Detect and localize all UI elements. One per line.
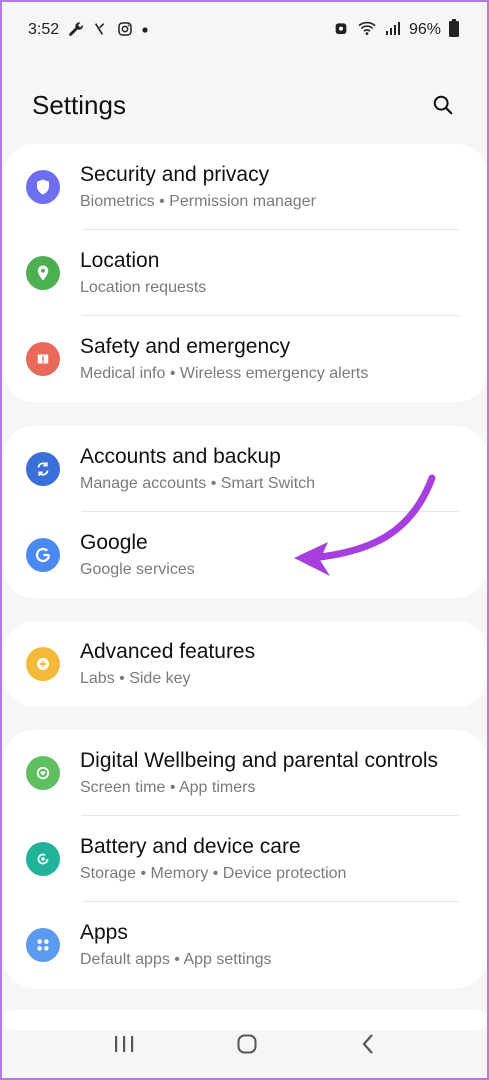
recents-button[interactable] xyxy=(113,1034,135,1059)
item-title: Google xyxy=(80,531,148,554)
status-bar: 3:52 96% xyxy=(2,2,487,58)
status-time: 3:52 xyxy=(28,21,60,38)
page-title: Settings xyxy=(32,89,126,120)
notification-dot-icon xyxy=(141,22,149,38)
back-button[interactable] xyxy=(360,1033,376,1060)
instagram-icon xyxy=(117,21,133,40)
search-icon xyxy=(433,95,453,115)
header: Settings xyxy=(2,80,487,130)
settings-item-safety-emergency[interactable]: Safety and emergency Medical info • Wire… xyxy=(4,316,487,402)
item-title: Location xyxy=(80,249,160,272)
item-title: Safety and emergency xyxy=(80,335,291,358)
settings-item-security-privacy[interactable]: Security and privacy Biometrics • Permis… xyxy=(4,144,487,230)
recents-icon xyxy=(114,1035,134,1052)
settings-group-4: Digital Wellbeing and parental controls … xyxy=(4,730,487,988)
item-subtitle: Default apps • App settings xyxy=(80,951,272,968)
nav-bar xyxy=(2,1014,487,1078)
apps-grid-icon xyxy=(26,928,60,962)
home-button[interactable] xyxy=(236,1033,258,1060)
item-subtitle: Google services xyxy=(80,561,195,578)
battery-icon xyxy=(449,19,459,41)
item-subtitle: Location requests xyxy=(80,279,207,296)
status-right: 96% xyxy=(333,19,459,41)
item-subtitle: Biometrics • Permission manager xyxy=(80,193,316,210)
battery-level: 96% xyxy=(408,21,441,38)
item-subtitle: Medical info • Wireless emergency alerts xyxy=(80,365,369,382)
settings-item-apps[interactable]: Apps Default apps • App settings xyxy=(4,902,487,988)
item-title: Security and privacy xyxy=(80,163,270,186)
item-title: Apps xyxy=(80,921,128,944)
settings-item-battery-device-care[interactable]: Battery and device care Storage • Memory… xyxy=(4,816,487,902)
status-left: 3:52 xyxy=(28,20,149,41)
item-title: Advanced features xyxy=(80,640,256,663)
item-title: Accounts and backup xyxy=(80,445,281,468)
alarm-icon xyxy=(333,20,349,40)
home-icon xyxy=(237,1034,257,1053)
settings-group-3: Advanced features Labs • Side key xyxy=(4,621,487,707)
settings-group-1: Security and privacy Biometrics • Permis… xyxy=(4,144,487,402)
device-care-icon xyxy=(26,842,60,876)
item-subtitle: Storage • Memory • Device protection xyxy=(80,865,347,882)
missed-call-icon xyxy=(93,21,109,40)
item-subtitle: Screen time • App timers xyxy=(80,779,256,796)
annotation-arrow-icon xyxy=(294,474,436,576)
item-subtitle: Labs • Side key xyxy=(80,670,191,687)
wellbeing-icon xyxy=(26,756,60,790)
gear-plus-icon xyxy=(26,647,60,681)
wrench-icon xyxy=(67,20,85,41)
alert-icon xyxy=(26,342,60,376)
settings-item-advanced-features[interactable]: Advanced features Labs • Side key xyxy=(4,621,487,707)
item-subtitle: Manage accounts • Smart Switch xyxy=(80,475,316,492)
wifi-icon xyxy=(357,20,377,40)
settings-item-location[interactable]: Location Location requests xyxy=(4,230,487,316)
back-icon xyxy=(362,1033,373,1054)
sync-icon xyxy=(26,452,60,486)
item-title: Battery and device care xyxy=(80,835,301,858)
search-button[interactable] xyxy=(429,91,457,119)
settings-item-digital-wellbeing[interactable]: Digital Wellbeing and parental controls … xyxy=(4,730,487,816)
google-icon xyxy=(26,538,60,572)
signal-icon xyxy=(385,20,401,40)
location-pin-icon xyxy=(26,256,60,290)
shield-icon xyxy=(26,170,60,204)
item-title: Digital Wellbeing and parental controls xyxy=(80,749,438,772)
